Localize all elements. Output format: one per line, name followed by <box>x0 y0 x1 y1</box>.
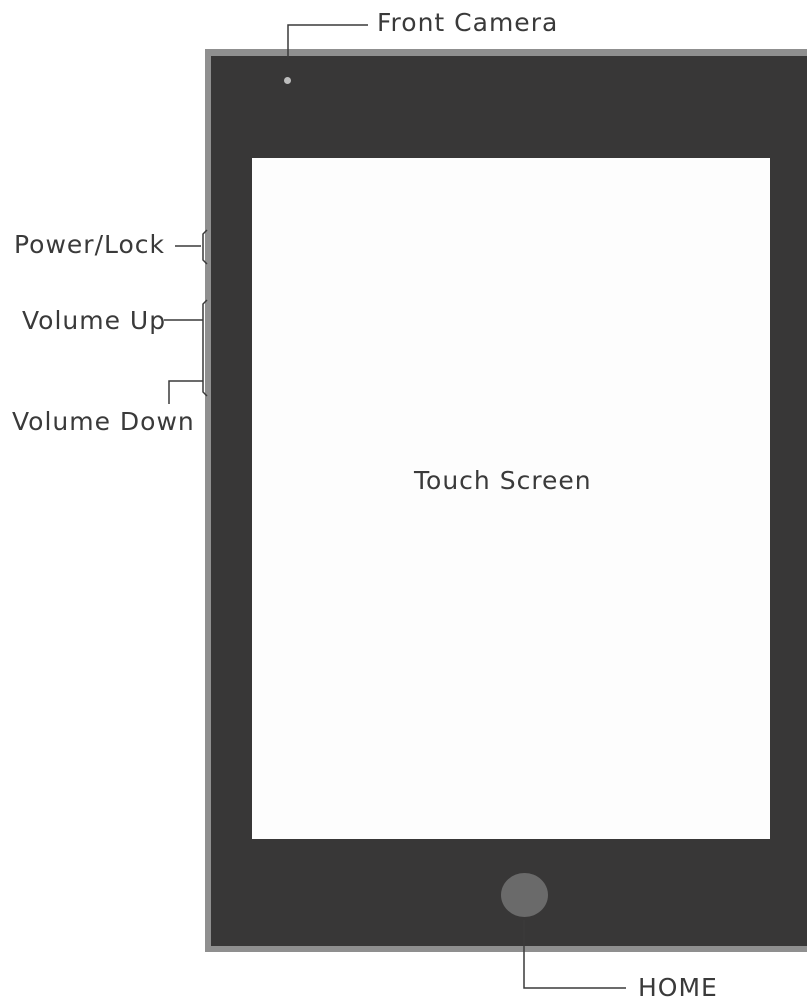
volume-down-label: Volume Down <box>12 407 195 436</box>
tablet-diagram: Front Camera Power/Lock Volume Up Volume… <box>0 0 807 1002</box>
home-button <box>501 873 548 917</box>
touch-screen <box>252 158 770 839</box>
touch-screen-label: Touch Screen <box>414 466 592 495</box>
volume-up-label: Volume Up <box>22 306 167 335</box>
front-camera-label: Front Camera <box>377 8 559 37</box>
front-camera-icon <box>284 77 291 84</box>
home-label: HOME <box>638 973 718 1002</box>
power-lock-label: Power/Lock <box>14 230 166 259</box>
volume-down-leader <box>168 380 203 404</box>
